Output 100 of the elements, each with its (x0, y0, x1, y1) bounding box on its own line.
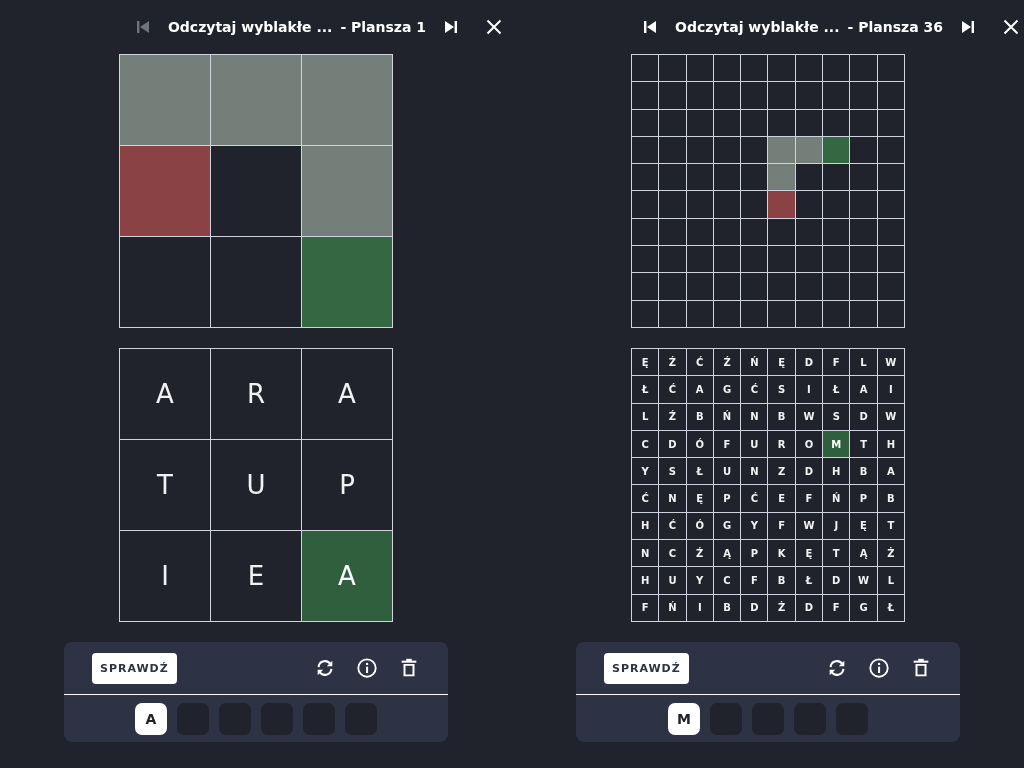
answer-slot[interactable]: M (668, 702, 700, 735)
letter-tile[interactable]: D (823, 567, 850, 594)
letter-tile[interactable]: K (768, 540, 795, 567)
letter-tile[interactable]: L (850, 349, 877, 376)
letter-tile[interactable]: N (659, 485, 686, 512)
letter-tile[interactable]: H (877, 430, 904, 458)
letter-tile[interactable]: U (741, 430, 768, 458)
letter-tile[interactable]: B (768, 567, 795, 594)
letter-tile[interactable]: D (741, 594, 768, 621)
letter-tile[interactable]: Ź (659, 403, 686, 430)
skip-back-icon[interactable] (643, 20, 658, 34)
letter-tile[interactable]: W (795, 512, 823, 540)
letter-tile[interactable]: M (823, 430, 850, 458)
letter-tile[interactable]: A (302, 531, 392, 621)
letter-tile[interactable]: U (659, 567, 686, 594)
letter-tile[interactable]: B (877, 485, 904, 512)
letter-tile[interactable]: L (632, 403, 659, 430)
letter-tile[interactable]: Ę (850, 512, 877, 540)
letter-tile[interactable]: P (850, 485, 877, 512)
letter-tile[interactable]: F (632, 594, 659, 621)
letter-tile[interactable]: H (632, 512, 659, 540)
letter-tile[interactable]: F (795, 485, 823, 512)
letter-tile[interactable]: H (632, 567, 659, 594)
letter-tile[interactable]: S (768, 376, 795, 403)
info-icon[interactable] (356, 657, 378, 679)
letter-tile[interactable]: F (713, 430, 741, 458)
letter-tile[interactable]: T (877, 512, 904, 540)
letter-tile[interactable]: N (741, 403, 768, 430)
letter-tile[interactable]: Y (632, 458, 659, 485)
check-button[interactable]: SPRAWDŹ (604, 652, 689, 684)
letter-tile[interactable]: D (795, 458, 823, 485)
letter-tile[interactable]: W (877, 349, 904, 376)
letter-tile[interactable]: Ć (741, 376, 768, 403)
letter-tile[interactable]: G (713, 512, 741, 540)
letter-tile[interactable]: Ę (795, 540, 823, 567)
letter-tile[interactable]: Ę (768, 349, 795, 376)
letter-tile[interactable]: Ń (741, 349, 768, 376)
letter-tile[interactable]: Z (768, 458, 795, 485)
letter-tile[interactable]: Ł (795, 567, 823, 594)
letter-tile[interactable]: P (302, 440, 392, 530)
skip-forward-icon[interactable] (960, 20, 975, 34)
letter-tile[interactable]: R (211, 349, 301, 439)
letter-tile[interactable]: Ź (713, 349, 741, 376)
letter-tile[interactable]: Ł (823, 376, 850, 403)
letter-tile[interactable]: Ć (632, 485, 659, 512)
letter-tile[interactable]: Ź (686, 540, 713, 567)
letter-tile[interactable]: B (713, 594, 741, 621)
letter-tile[interactable]: N (632, 540, 659, 567)
letter-tile[interactable]: D (795, 349, 823, 376)
letter-tile[interactable]: Ę (686, 485, 713, 512)
letter-tile[interactable]: T (850, 430, 877, 458)
letter-tile[interactable]: Ż (768, 594, 795, 621)
check-button[interactable]: SPRAWDŹ (92, 652, 177, 684)
letter-tile[interactable]: U (713, 458, 741, 485)
letter-tile[interactable]: Ę (632, 349, 659, 376)
letter-tile[interactable]: B (686, 403, 713, 430)
letter-tile[interactable]: C (632, 430, 659, 458)
close-icon[interactable] (1002, 19, 1019, 35)
letter-tile[interactable]: W (850, 567, 877, 594)
letter-tile[interactable]: W (877, 403, 904, 430)
letter-tile[interactable]: I (686, 594, 713, 621)
letter-tile[interactable]: Ć (686, 349, 713, 376)
letter-tile[interactable]: P (713, 485, 741, 512)
letter-tile[interactable]: D (795, 594, 823, 621)
letter-tile[interactable]: F (768, 512, 795, 540)
letter-tile[interactable]: E (211, 531, 301, 621)
letter-tile[interactable]: A (120, 349, 210, 439)
letter-tile[interactable]: N (741, 458, 768, 485)
letter-tile[interactable]: F (741, 567, 768, 594)
letter-tile[interactable]: S (823, 403, 850, 430)
letter-tile[interactable]: S (659, 458, 686, 485)
letter-tile[interactable]: C (713, 567, 741, 594)
letter-tile[interactable]: I (795, 376, 823, 403)
letter-tile[interactable]: J (823, 512, 850, 540)
letter-tile[interactable]: H (823, 458, 850, 485)
letter-tile[interactable]: Ń (659, 594, 686, 621)
letter-tile[interactable]: Y (686, 567, 713, 594)
letter-tile[interactable]: A (302, 349, 392, 439)
letter-tile[interactable]: Ł (632, 376, 659, 403)
letter-tile[interactable]: F (823, 594, 850, 621)
letter-tile[interactable]: U (211, 440, 301, 530)
letter-tile[interactable]: A (686, 376, 713, 403)
letter-tile[interactable]: Ć (659, 376, 686, 403)
skip-forward-icon[interactable] (444, 20, 459, 34)
letter-tile[interactable]: L (877, 567, 904, 594)
letter-tile[interactable]: Ł (877, 594, 904, 621)
letter-tile[interactable]: O (795, 430, 823, 458)
letter-tile[interactable]: Ń (823, 485, 850, 512)
letter-tile[interactable]: T (120, 440, 210, 530)
letter-tile[interactable]: Ó (686, 430, 713, 458)
letter-tile[interactable]: Ć (659, 512, 686, 540)
letter-tile[interactable]: Ź (659, 349, 686, 376)
info-icon[interactable] (868, 657, 890, 679)
letter-tile[interactable]: Ł (686, 458, 713, 485)
letter-tile[interactable]: Ż (877, 540, 904, 567)
letter-tile[interactable]: C (659, 540, 686, 567)
letter-tile[interactable]: I (877, 376, 904, 403)
letter-tile[interactable]: A (877, 458, 904, 485)
letter-tile[interactable]: Ó (686, 512, 713, 540)
letter-tile[interactable]: P (741, 540, 768, 567)
